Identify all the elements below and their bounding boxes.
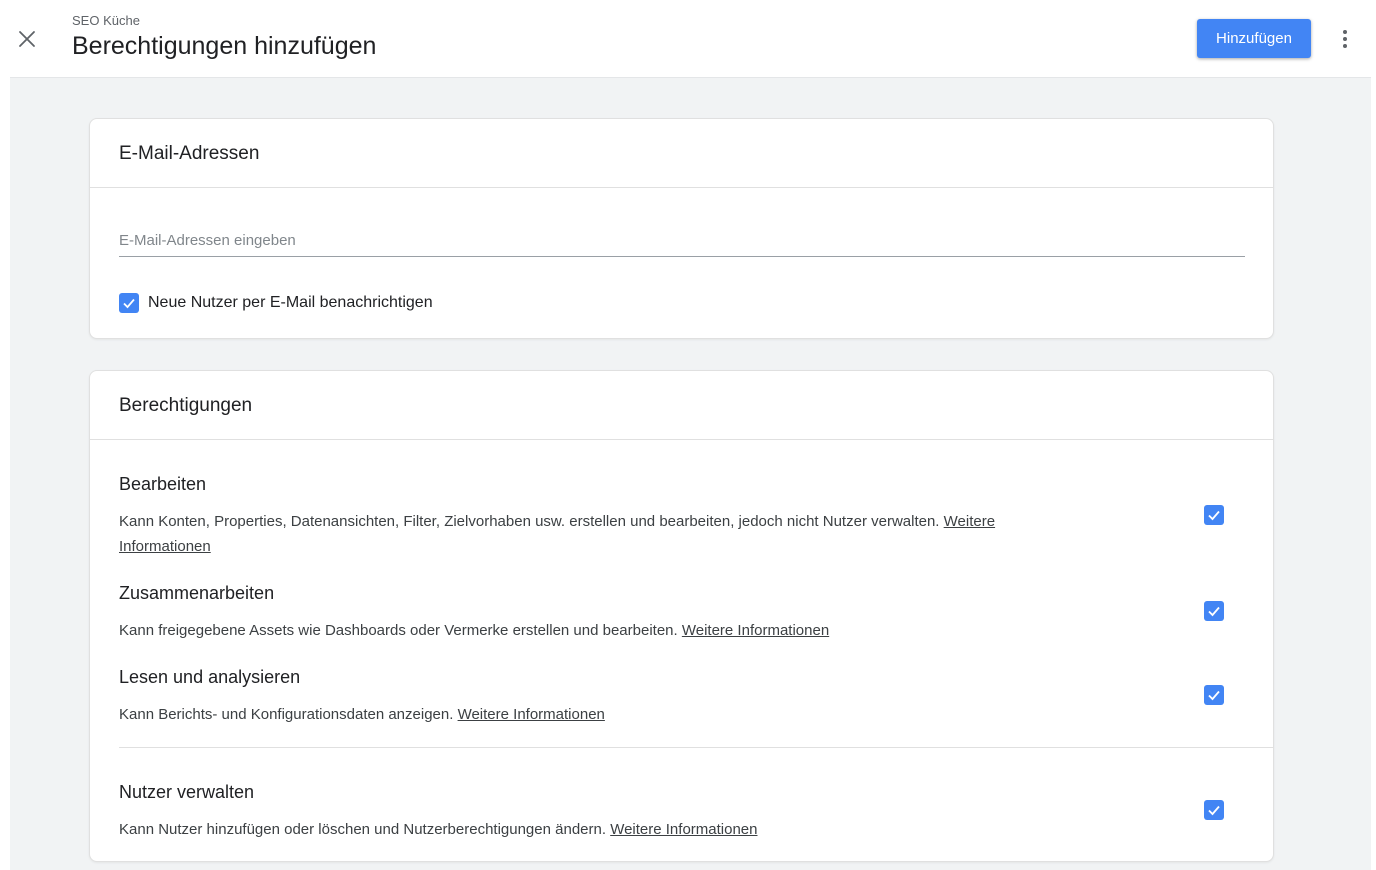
permission-title-edit: Bearbeiten [119, 474, 207, 494]
permission-desc-manage-users: Kann Nutzer hinzufügen oder löschen und … [119, 821, 758, 838]
checkmark-icon [1208, 805, 1220, 816]
permission-title-collaborate: Zusammenarbeiten [119, 583, 275, 603]
close-icon [19, 31, 35, 47]
permissions-card: Berechtigungen Bearbeiten Kann Konten, P… [89, 370, 1274, 862]
notify-checkbox[interactable] [119, 293, 139, 313]
learn-more-link[interactable]: Weitere Informationen [458, 706, 605, 723]
divider [119, 747, 1273, 748]
notify-label: Neue Nutzer per E-Mail benachrichtigen [148, 294, 433, 311]
checkmark-icon [1208, 510, 1220, 521]
permission-title-read: Lesen und analysieren [119, 667, 301, 687]
notify-row: Neue Nutzer per E-Mail benachrichtigen [119, 293, 433, 313]
learn-more-link[interactable]: Weitere Informationen [682, 622, 829, 639]
permission-desc-collaborate: Kann freigegebene Assets wie Dashboards … [119, 622, 830, 639]
email-card: E-Mail-Adressen Neue Nutzer per E-Mail b… [89, 118, 1274, 339]
learn-more-link[interactable]: Weitere Informationen [610, 821, 757, 838]
top-bar: SEO Küche Berechtigungen hinzufügen Hinz… [0, 0, 1376, 76]
permission-checkbox-collaborate[interactable] [1204, 601, 1224, 621]
email-input[interactable] [119, 215, 1245, 257]
permissions-card-title: Berechtigungen [119, 395, 253, 416]
divider [90, 439, 1273, 440]
permission-checkbox-read[interactable] [1204, 685, 1224, 705]
add-button[interactable]: Hinzufügen [1197, 19, 1311, 58]
permission-desc-read: Kann Berichts- und Konfigurationsdaten a… [119, 706, 605, 723]
email-card-title: E-Mail-Adressen [119, 143, 260, 164]
checkmark-icon [1208, 690, 1220, 701]
checkmark-icon [123, 298, 135, 309]
permission-desc-edit: Kann Konten, Properties, Datenansichten,… [119, 513, 996, 555]
permission-checkbox-manage-users[interactable] [1204, 800, 1224, 820]
account-name: SEO Küche [72, 13, 140, 28]
checkmark-icon [1208, 606, 1220, 617]
more-vert-icon[interactable] [1334, 25, 1356, 53]
divider [90, 187, 1273, 188]
close-button[interactable] [14, 26, 40, 52]
page-title: Berechtigungen hinzufügen [72, 32, 377, 60]
permission-checkbox-edit[interactable] [1204, 505, 1224, 525]
permission-title-manage-users: Nutzer verwalten [119, 782, 255, 802]
